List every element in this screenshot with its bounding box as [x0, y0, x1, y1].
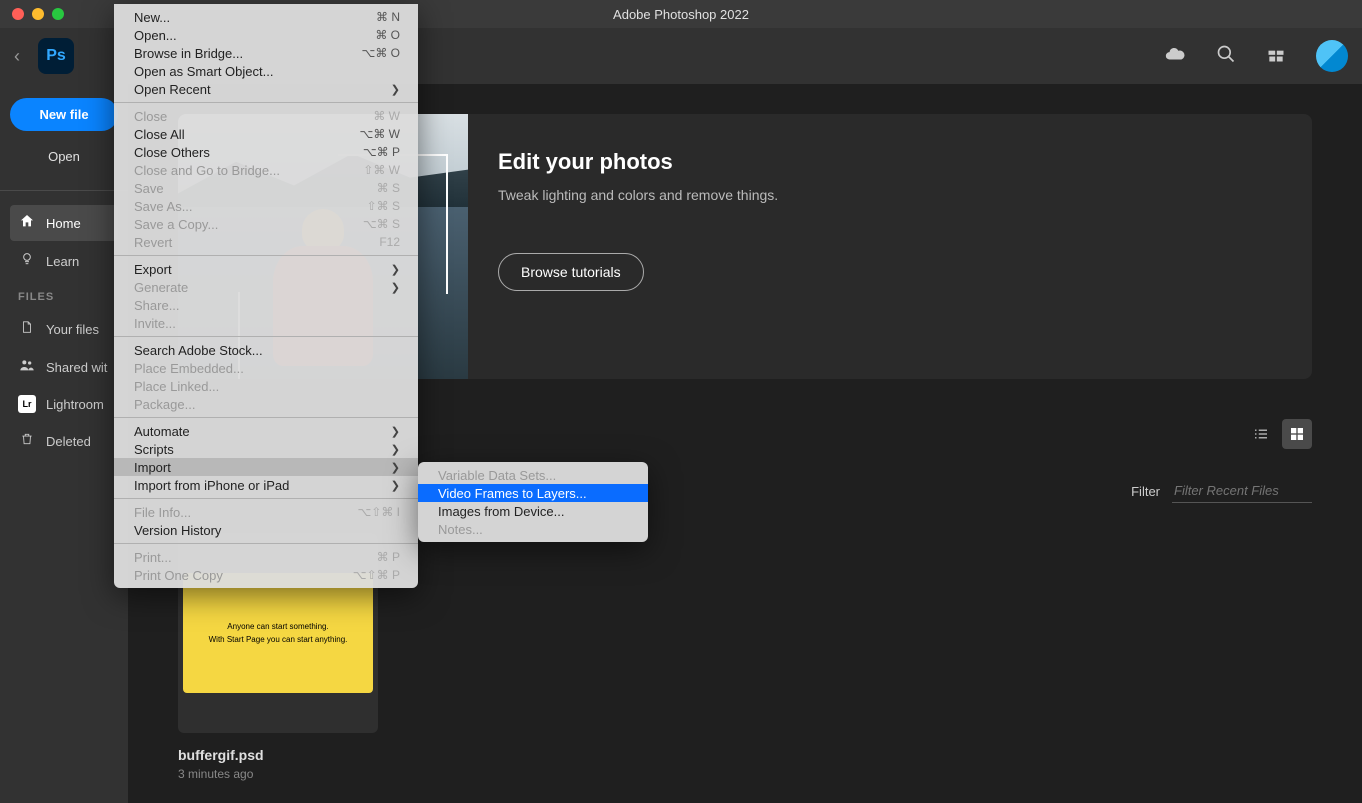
open-button[interactable]: Open	[10, 143, 118, 170]
menu-item-place-linked: Place Linked...	[114, 377, 418, 395]
maximize-window-icon[interactable]	[52, 8, 64, 20]
window-controls	[0, 8, 64, 20]
sidebar-item-learn[interactable]: Learn	[10, 243, 118, 279]
menu-item-close-others[interactable]: Close Others⌥⌘ P	[114, 143, 418, 161]
chevron-right-icon: ❯	[391, 425, 400, 438]
sidebar-item-your-files[interactable]: Your files	[10, 311, 118, 347]
menu-item-version-history[interactable]: Version History	[114, 521, 418, 539]
close-window-icon[interactable]	[12, 8, 24, 20]
sidebar-label: Shared wit	[46, 360, 107, 375]
people-icon	[18, 357, 36, 377]
new-file-button[interactable]: New file	[10, 98, 118, 131]
sidebar-label: Deleted	[46, 434, 91, 449]
sidebar-label: Lightroom	[46, 397, 104, 412]
submenu-item-variable-data-sets: Variable Data Sets...	[418, 466, 648, 484]
menu-item-print-one: Print One Copy⌥⇧⌘ P	[114, 566, 418, 584]
sidebar-item-shared[interactable]: Shared wit	[10, 349, 118, 385]
menu-item-place-embedded: Place Embedded...	[114, 359, 418, 377]
gift-icon[interactable]	[1266, 44, 1286, 69]
menu-item-browse-bridge[interactable]: Browse in Bridge...⌥⌘ O	[114, 44, 418, 62]
menu-separator	[114, 255, 418, 256]
browse-tutorials-button[interactable]: Browse tutorials	[498, 253, 644, 291]
menu-item-revert: RevertF12	[114, 233, 418, 251]
chevron-right-icon: ❯	[391, 461, 400, 474]
menu-item-save: Save⌘ S	[114, 179, 418, 197]
sidebar-item-lightroom[interactable]: Lr Lightroom	[10, 387, 118, 421]
filter-input[interactable]	[1172, 479, 1312, 503]
menu-item-search-stock[interactable]: Search Adobe Stock...	[114, 341, 418, 359]
menu-item-scripts[interactable]: Scripts❯	[114, 440, 418, 458]
file-timestamp: 3 minutes ago	[178, 767, 378, 781]
hero-title: Edit your photos	[498, 149, 1282, 175]
list-view-button[interactable]	[1246, 419, 1276, 449]
menu-separator	[114, 543, 418, 544]
sidebar-label: Learn	[46, 254, 79, 269]
file-name: buffergif.psd	[178, 747, 378, 763]
trash-icon	[18, 431, 36, 451]
menu-item-open-recent[interactable]: Open Recent❯	[114, 80, 418, 98]
sidebar-label: Home	[46, 216, 81, 231]
photoshop-logo[interactable]: Ps	[38, 38, 74, 74]
submenu-item-notes: Notes...	[418, 520, 648, 538]
menu-separator	[114, 102, 418, 103]
lightbulb-icon	[18, 251, 36, 271]
menu-separator	[114, 417, 418, 418]
file-thumbnail: Anyone can start something. With Start P…	[183, 573, 373, 693]
import-submenu: Variable Data Sets... Video Frames to La…	[418, 462, 648, 542]
chevron-right-icon: ❯	[391, 479, 400, 492]
menu-item-close-go-bridge: Close and Go to Bridge...⇧⌘ W	[114, 161, 418, 179]
hero-description: Tweak lighting and colors and remove thi…	[498, 187, 1282, 203]
menu-item-import[interactable]: Import❯	[114, 458, 418, 476]
sidebar: New file Open Home Learn FILES Your file…	[0, 84, 128, 803]
file-menu: New...⌘ N Open...⌘ O Browse in Bridge...…	[114, 4, 418, 588]
menu-item-import-iphone[interactable]: Import from iPhone or iPad❯	[114, 476, 418, 494]
sidebar-label: Your files	[46, 322, 99, 337]
back-chevron-icon[interactable]: ‹	[14, 46, 20, 67]
submenu-item-video-frames-to-layers[interactable]: Video Frames to Layers...	[418, 484, 648, 502]
sidebar-item-deleted[interactable]: Deleted	[10, 423, 118, 459]
menu-separator	[114, 498, 418, 499]
user-avatar[interactable]	[1316, 40, 1348, 72]
menu-item-automate[interactable]: Automate❯	[114, 422, 418, 440]
grid-view-button[interactable]	[1282, 419, 1312, 449]
menu-item-close: Close⌘ W	[114, 107, 418, 125]
divider	[0, 190, 128, 191]
menu-item-share: Share...	[114, 296, 418, 314]
sidebar-item-home[interactable]: Home	[10, 205, 118, 241]
chevron-right-icon: ❯	[391, 281, 400, 294]
menu-item-close-all[interactable]: Close All⌥⌘ W	[114, 125, 418, 143]
chevron-right-icon: ❯	[391, 443, 400, 456]
search-icon[interactable]	[1216, 44, 1236, 69]
menu-item-file-info: File Info...⌥⇧⌘ I	[114, 503, 418, 521]
home-icon	[18, 213, 36, 233]
menu-item-open[interactable]: Open...⌘ O	[114, 26, 418, 44]
app-title: Adobe Photoshop 2022	[613, 7, 749, 22]
lightroom-icon: Lr	[18, 395, 36, 413]
menu-item-save-as: Save As...⇧⌘ S	[114, 197, 418, 215]
chevron-right-icon: ❯	[391, 263, 400, 276]
menu-item-print: Print...⌘ P	[114, 548, 418, 566]
chevron-right-icon: ❯	[391, 83, 400, 96]
menu-item-save-copy: Save a Copy...⌥⌘ S	[114, 215, 418, 233]
minimize-window-icon[interactable]	[32, 8, 44, 20]
file-icon	[18, 319, 36, 339]
menu-item-generate: Generate❯	[114, 278, 418, 296]
menu-item-invite: Invite...	[114, 314, 418, 332]
menu-item-export[interactable]: Export❯	[114, 260, 418, 278]
submenu-item-images-from-device[interactable]: Images from Device...	[418, 502, 648, 520]
menu-separator	[114, 336, 418, 337]
menu-item-new[interactable]: New...⌘ N	[114, 8, 418, 26]
menu-item-package: Package...	[114, 395, 418, 413]
menu-item-open-smart-object[interactable]: Open as Smart Object...	[114, 62, 418, 80]
cloud-icon[interactable]	[1164, 43, 1186, 70]
filter-label: Filter	[1131, 484, 1160, 499]
files-section-label: FILES	[10, 281, 118, 311]
